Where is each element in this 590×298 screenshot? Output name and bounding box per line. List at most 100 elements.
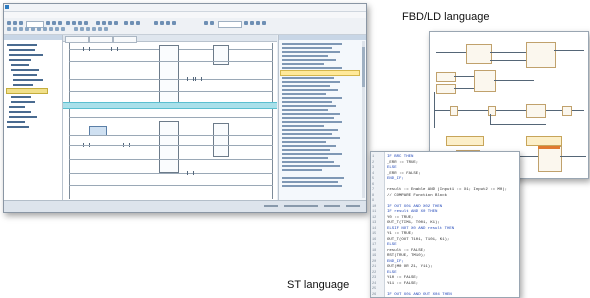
list-item[interactable]: [282, 125, 324, 127]
function-block[interactable]: [538, 146, 562, 172]
list-item[interactable]: [282, 63, 324, 65]
list-item[interactable]: [282, 67, 342, 69]
ladder-rung[interactable]: [69, 135, 273, 136]
toolbar-button[interactable]: [37, 27, 41, 31]
function-block[interactable]: [474, 70, 496, 92]
editor-tab[interactable]: [65, 36, 89, 43]
toolbar-button[interactable]: [78, 21, 82, 25]
function-block[interactable]: [526, 42, 556, 68]
ladder-rung[interactable]: [69, 91, 273, 92]
toolbar-button[interactable]: [43, 27, 47, 31]
function-block[interactable]: [213, 45, 229, 65]
variable-box[interactable]: [436, 72, 456, 82]
toolbar-button[interactable]: [96, 21, 100, 25]
code-line[interactable]: Y11 := FALSE;: [387, 281, 418, 287]
list-item[interactable]: [282, 137, 340, 139]
ladder-editor[interactable]: [63, 35, 277, 200]
toolbar-button[interactable]: [256, 21, 260, 25]
ladder-rung[interactable]: [69, 61, 273, 62]
list-item[interactable]: [282, 47, 332, 49]
selected-rung-highlight[interactable]: [63, 102, 277, 109]
ladder-contact[interactable]: [450, 106, 458, 116]
ladder-rung[interactable]: [69, 117, 273, 118]
tree-item[interactable]: [9, 111, 31, 113]
toolbar-button[interactable]: [25, 27, 29, 31]
list-item[interactable]: [282, 157, 328, 159]
list-item[interactable]: [282, 121, 342, 123]
list-item[interactable]: [282, 59, 336, 61]
list-item[interactable]: [282, 93, 326, 95]
toolbar-button[interactable]: [172, 21, 176, 25]
tree-item[interactable]: [9, 116, 37, 118]
editor-tab[interactable]: [113, 36, 137, 43]
toolbar-button[interactable]: [84, 21, 88, 25]
list-item[interactable]: [282, 169, 322, 171]
toolbar-button[interactable]: [250, 21, 254, 25]
variable-box[interactable]: [436, 84, 456, 94]
toolbar-button[interactable]: [72, 21, 76, 25]
ladder-rung[interactable]: [69, 145, 273, 146]
toolbar-button[interactable]: [19, 27, 23, 31]
tree-item[interactable]: [11, 64, 29, 66]
toolbar-button[interactable]: [58, 21, 62, 25]
tree-item-selected[interactable]: [6, 88, 48, 94]
ladder-rung[interactable]: [69, 185, 273, 186]
list-item[interactable]: [282, 145, 336, 147]
ladder-contact[interactable]: [111, 47, 118, 51]
list-item[interactable]: [282, 43, 342, 45]
list-item[interactable]: [282, 101, 332, 103]
toolbar-button[interactable]: [210, 21, 214, 25]
toolbar-button[interactable]: [7, 21, 11, 25]
list-item[interactable]: [282, 165, 340, 167]
ladder-contact[interactable]: [195, 77, 202, 81]
coil[interactable]: [562, 106, 572, 116]
ladder-contact[interactable]: [187, 77, 194, 81]
toolbar-button[interactable]: [124, 21, 128, 25]
code-line[interactable]: // COMPARE Function Block: [387, 193, 447, 199]
toolbar-button[interactable]: [13, 21, 17, 25]
toolbar-button[interactable]: [74, 27, 78, 31]
function-block[interactable]: [159, 45, 179, 109]
tree-item[interactable]: [11, 69, 39, 71]
tree-item[interactable]: [13, 84, 33, 86]
list-item[interactable]: [282, 51, 340, 53]
code-line[interactable]: END_IF;: [387, 176, 404, 182]
tree-item[interactable]: [11, 101, 35, 103]
ladder-rung[interactable]: [69, 159, 273, 160]
toolbar-button[interactable]: [46, 21, 50, 25]
toolbar-button[interactable]: [86, 27, 90, 31]
st-editor-window[interactable]: 1 2 3 4 5 6 7 8 9 10 11 12 13 14 15 16 17 18 19 20 21 22 23 24 2…: [370, 151, 520, 298]
toolbar-button[interactable]: [136, 21, 140, 25]
tree-item[interactable]: [7, 44, 37, 46]
tree-item[interactable]: [9, 106, 25, 108]
tree-item[interactable]: [13, 79, 43, 81]
comment-note[interactable]: [526, 136, 562, 146]
toolbar-button[interactable]: [80, 27, 84, 31]
list-item[interactable]: [282, 89, 338, 91]
list-item[interactable]: [282, 85, 330, 87]
list-item[interactable]: [282, 129, 338, 131]
toolbar-button[interactable]: [104, 27, 108, 31]
toolbar-button[interactable]: [19, 21, 23, 25]
ladder-rung[interactable]: [69, 79, 273, 80]
list-item-selected[interactable]: [280, 70, 360, 76]
list-item[interactable]: [282, 117, 334, 119]
toolbar-button[interactable]: [13, 27, 17, 31]
pane-scrollbar-thumb[interactable]: [362, 47, 365, 87]
code-line[interactable]: IF OUT X01 AND OUT X04 THEN: [387, 292, 452, 298]
toolbar-button[interactable]: [55, 27, 59, 31]
list-item[interactable]: [282, 81, 340, 83]
toolbar-button[interactable]: [31, 27, 35, 31]
list-item[interactable]: [282, 149, 330, 151]
toolbar-button[interactable]: [102, 21, 106, 25]
ladder-contact[interactable]: [187, 171, 194, 175]
tree-item[interactable]: [7, 126, 29, 128]
ladder-rung[interactable]: [69, 173, 273, 174]
tree-item[interactable]: [7, 121, 25, 123]
toolbar-button[interactable]: [98, 27, 102, 31]
toolbar-button[interactable]: [204, 21, 208, 25]
list-item[interactable]: [282, 109, 328, 111]
function-block[interactable]: [526, 104, 546, 118]
comment-note[interactable]: [446, 136, 484, 146]
tree-item[interactable]: [9, 59, 31, 61]
